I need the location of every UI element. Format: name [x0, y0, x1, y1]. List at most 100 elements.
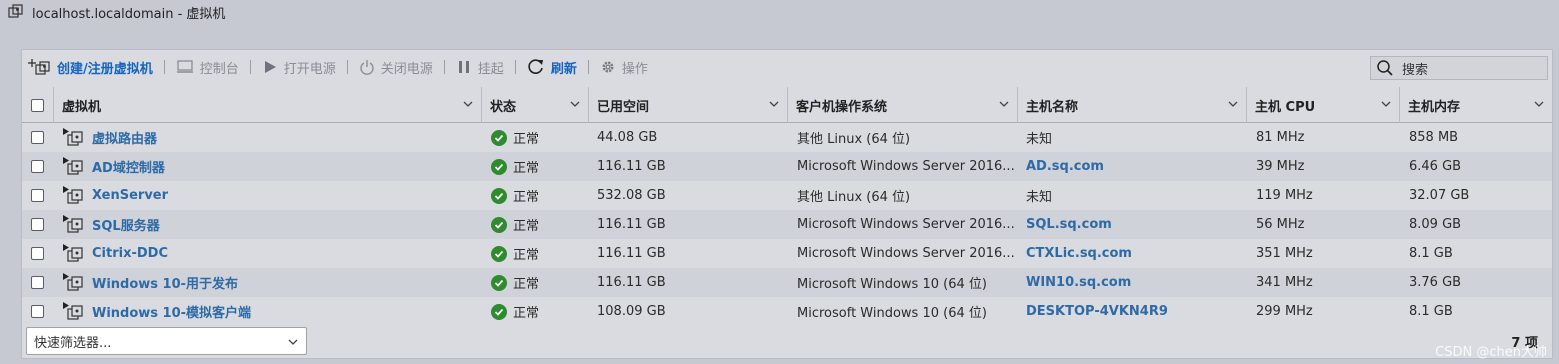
vm-name-cell: Citrix-DDC: [62, 239, 480, 268]
column-header-os-label: 客户机操作系统: [796, 99, 888, 115]
guest-os-cell: Microsoft Windows Server 2016...: [797, 246, 1015, 261]
host-name-link[interactable]: DESKTOP-4VKN4R9: [1026, 297, 1246, 323]
select-all-header: [22, 87, 54, 123]
column-header-os[interactable]: 客户机操作系统: [788, 87, 1018, 123]
vm-name-link[interactable]: XenServer: [92, 188, 168, 203]
grid-header: 虚拟机 状态 已用空间 客户机操作系统 主机名称 主机 CPU 主机内存: [22, 87, 1552, 123]
expand-vm-icon[interactable]: [62, 185, 88, 207]
host-name-link[interactable]: WIN10.sq.com: [1026, 268, 1246, 297]
guest-os-cell: Microsoft Windows Server 2016...: [797, 159, 1015, 174]
power-on-button[interactable]: 打开电源: [262, 50, 336, 84]
row-checkbox[interactable]: [31, 218, 44, 231]
row-checkbox[interactable]: [31, 247, 44, 260]
chevron-down-icon[interactable]: [1534, 99, 1544, 109]
expand-vm-icon[interactable]: [62, 272, 88, 294]
expand-vm-icon[interactable]: [62, 156, 88, 178]
column-header-space[interactable]: 已用空间: [589, 87, 788, 123]
column-header-memory[interactable]: 主机内存: [1400, 87, 1552, 123]
row-checkbox[interactable]: [31, 276, 44, 289]
select-all-checkbox[interactable]: [31, 98, 44, 112]
vm-name-link[interactable]: SQL服务器: [92, 215, 160, 234]
chevron-down-icon[interactable]: [769, 99, 779, 109]
chevron-down-icon[interactable]: [1381, 99, 1391, 109]
check-circle-icon: [491, 274, 507, 291]
actions-button[interactable]: 操作: [600, 50, 648, 84]
row-checkbox[interactable]: [31, 160, 44, 173]
host-cpu-cell: 341 MHz: [1256, 275, 1313, 290]
row-select-cell: [31, 297, 51, 323]
toolbar-separator: [443, 60, 445, 74]
status-cell: 正常: [491, 210, 589, 239]
table-row[interactable]: Windows 10-模拟客户端 正常 108.09 GB Microsoft …: [22, 297, 1552, 323]
guest-os-cell: Microsoft Windows Server 2016...: [797, 217, 1015, 232]
search-input[interactable]: 搜索: [1370, 56, 1548, 80]
host-cpu-cell: 39 MHz: [1256, 159, 1305, 174]
host-name-link[interactable]: SQL.sq.com: [1026, 210, 1246, 239]
table-row[interactable]: SQL服务器 正常 116.11 GB Microsoft Windows Se…: [22, 210, 1552, 239]
host-name-cell: 未知: [1026, 190, 1053, 205]
column-header-space-label: 已用空间: [597, 99, 650, 115]
expand-vm-icon[interactable]: [62, 243, 88, 265]
table-row[interactable]: AD域控制器 正常 116.11 GB Microsoft Windows Se…: [22, 152, 1552, 181]
column-header-cpu[interactable]: 主机 CPU: [1247, 87, 1400, 123]
chevron-down-icon[interactable]: [1228, 99, 1238, 109]
column-header-vm[interactable]: 虚拟机: [54, 87, 482, 123]
used-space-cell: 116.11 GB: [597, 246, 666, 261]
vm-name-cell: AD域控制器: [62, 152, 480, 181]
column-header-host[interactable]: 主机名称: [1018, 87, 1247, 123]
host-name-link[interactable]: CTXLic.sq.com: [1026, 239, 1246, 268]
refresh-button[interactable]: 刷新: [527, 50, 577, 84]
used-space-cell: 116.11 GB: [597, 217, 666, 232]
expand-vm-icon[interactable]: [62, 127, 88, 149]
status-text: 正常: [513, 219, 540, 234]
vm-name-cell: SQL服务器: [62, 210, 480, 239]
suspend-button[interactable]: 挂起: [456, 50, 504, 84]
toolbar-separator: [163, 60, 165, 74]
host-name-link[interactable]: AD.sq.com: [1026, 152, 1246, 181]
host-cpu-cell: 81 MHz: [1256, 130, 1305, 145]
column-header-cpu-label: 主机 CPU: [1255, 99, 1316, 115]
table-row[interactable]: Citrix-DDC 正常 116.11 GB Microsoft Window…: [22, 239, 1552, 268]
column-header-vm-label: 虚拟机: [62, 99, 102, 115]
console-button[interactable]: 控制台: [176, 50, 239, 84]
vm-name-link[interactable]: Citrix-DDC: [92, 246, 168, 261]
host-cpu-cell: 119 MHz: [1256, 188, 1313, 203]
used-space-cell: 116.11 GB: [597, 275, 666, 290]
play-icon: [264, 61, 276, 73]
host-cpu-cell: 299 MHz: [1256, 304, 1313, 319]
host-memory-cell: 858 MB: [1409, 130, 1459, 145]
guest-os-cell: 其他 Linux (64 位): [797, 132, 911, 147]
chevron-down-icon[interactable]: [999, 99, 1009, 109]
used-space-cell: 532.08 GB: [597, 188, 666, 203]
expand-vm-icon[interactable]: [62, 301, 88, 323]
vm-name-link[interactable]: Windows 10-用于发布: [92, 273, 238, 292]
create-vm-button[interactable]: 创建/注册虚拟机: [27, 50, 153, 84]
table-row[interactable]: XenServer 正常 532.08 GB 其他 Linux (64 位) 未…: [22, 181, 1552, 210]
vm-name-link[interactable]: Windows 10-模拟客户端: [92, 302, 251, 321]
row-checkbox[interactable]: [31, 305, 44, 318]
power-off-button[interactable]: 关闭电源: [359, 50, 433, 84]
chevron-down-icon: [288, 339, 298, 345]
column-header-status[interactable]: 状态: [482, 87, 589, 123]
host-cpu-cell: 351 MHz: [1256, 246, 1313, 261]
row-select-cell: [31, 268, 51, 297]
chevron-down-icon[interactable]: [463, 99, 473, 109]
status-text: 正常: [513, 277, 540, 292]
refresh-label: 刷新: [550, 61, 577, 77]
status-text: 正常: [513, 161, 540, 176]
guest-os-cell: 其他 Linux (64 位): [797, 190, 911, 205]
power-on-label: 打开电源: [283, 61, 336, 77]
status-cell: 正常: [491, 123, 589, 152]
row-checkbox[interactable]: [31, 189, 44, 202]
table-row[interactable]: Windows 10-用于发布 正常 116.11 GB Microsoft W…: [22, 268, 1552, 297]
check-circle-icon: [491, 158, 507, 175]
vm-name-cell: Windows 10-用于发布: [62, 268, 480, 297]
table-row[interactable]: 虚拟路由器 正常 44.08 GB 其他 Linux (64 位) 未知 81 …: [22, 123, 1552, 152]
chevron-down-icon[interactable]: [570, 99, 580, 109]
expand-vm-icon[interactable]: [62, 214, 88, 236]
quick-filter-select[interactable]: 快速筛选器...: [26, 327, 307, 355]
row-checkbox[interactable]: [31, 131, 44, 144]
row-select-cell: [31, 210, 51, 239]
vm-name-link[interactable]: AD域控制器: [92, 157, 165, 176]
vm-name-link[interactable]: 虚拟路由器: [92, 128, 157, 147]
